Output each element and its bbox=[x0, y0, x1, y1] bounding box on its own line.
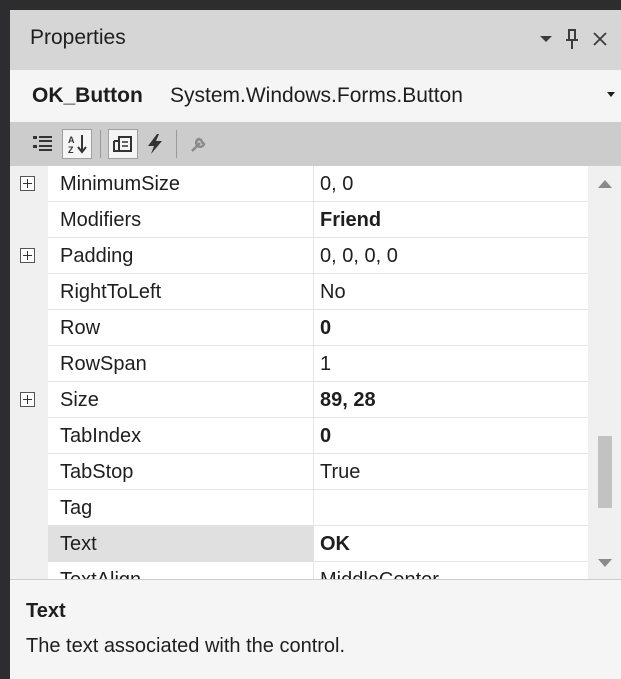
description-text: The text associated with the control. bbox=[26, 635, 346, 657]
property-value[interactable]: Friend bbox=[317, 202, 588, 238]
expand-icon[interactable] bbox=[20, 392, 35, 407]
row-gutter bbox=[10, 346, 48, 382]
property-value[interactable]: MiddleCenter bbox=[317, 562, 588, 579]
property-row[interactable]: TextAlign MiddleCenter bbox=[10, 562, 588, 579]
property-row[interactable]: Size 89, 28 bbox=[10, 382, 588, 418]
object-name: OK_Button bbox=[32, 84, 143, 107]
property-row[interactable]: Row 0 bbox=[10, 310, 588, 346]
property-value[interactable]: OK bbox=[317, 526, 588, 562]
wrench-icon[interactable] bbox=[184, 129, 214, 159]
expand-icon[interactable] bbox=[20, 176, 35, 191]
column-divider bbox=[313, 274, 314, 310]
row-gutter bbox=[10, 418, 48, 454]
property-value[interactable]: 89, 28 bbox=[317, 382, 588, 418]
row-gutter bbox=[10, 454, 48, 490]
scroll-down-icon[interactable] bbox=[598, 559, 612, 567]
property-value[interactable]: 0 bbox=[317, 418, 588, 454]
toolbar: A Z bbox=[10, 122, 621, 166]
object-selector[interactable]: OK_Button System.Windows.Forms.Button bbox=[10, 70, 621, 123]
property-row[interactable]: TabStop True bbox=[10, 454, 588, 490]
property-row[interactable]: Padding 0, 0, 0, 0 bbox=[10, 238, 588, 274]
property-row[interactable]: RightToLeft No bbox=[10, 274, 588, 310]
property-name: TabStop bbox=[60, 461, 134, 483]
column-divider bbox=[313, 454, 314, 490]
object-type: System.Windows.Forms.Button bbox=[170, 84, 463, 107]
properties-icon[interactable] bbox=[108, 129, 138, 159]
row-gutter bbox=[10, 526, 48, 562]
property-value[interactable]: 0, 0, 0, 0 bbox=[317, 238, 588, 274]
description-pane: Text The text associated with the contro… bbox=[10, 579, 621, 679]
property-name: Size bbox=[60, 389, 99, 411]
property-value[interactable]: 0 bbox=[317, 310, 588, 346]
chevron-down-icon[interactable] bbox=[534, 24, 558, 54]
property-name: RowSpan bbox=[60, 353, 147, 375]
description-title: Text bbox=[26, 600, 66, 622]
property-name: TabIndex bbox=[60, 425, 142, 447]
column-divider bbox=[313, 166, 314, 202]
column-divider bbox=[313, 490, 314, 526]
column-divider bbox=[313, 526, 314, 562]
close-icon[interactable] bbox=[588, 24, 612, 54]
scrollbar-thumb[interactable] bbox=[598, 436, 612, 508]
property-name: TextAlign bbox=[60, 569, 141, 579]
window-title: Properties bbox=[30, 26, 126, 49]
svg-text:A: A bbox=[68, 135, 75, 145]
vertical-scrollbar[interactable] bbox=[588, 166, 621, 579]
scroll-up-icon[interactable] bbox=[598, 180, 612, 188]
property-value[interactable] bbox=[317, 490, 588, 526]
title-bar: Properties bbox=[10, 10, 621, 70]
property-row[interactable]: RowSpan 1 bbox=[10, 346, 588, 382]
property-row[interactable]: TabIndex 0 bbox=[10, 418, 588, 454]
column-divider bbox=[313, 310, 314, 346]
property-row[interactable]: Text OK bbox=[10, 526, 588, 562]
column-divider bbox=[313, 238, 314, 274]
property-row[interactable]: Modifiers Friend bbox=[10, 202, 588, 238]
column-divider bbox=[313, 562, 314, 579]
alphabetical-icon[interactable]: A Z bbox=[62, 129, 92, 159]
column-divider bbox=[313, 382, 314, 418]
property-name: Modifiers bbox=[60, 209, 142, 231]
property-row[interactable]: MinimumSize 0, 0 bbox=[10, 166, 588, 202]
svg-text:Z: Z bbox=[68, 145, 74, 155]
expand-icon[interactable] bbox=[20, 248, 35, 263]
categorized-icon[interactable] bbox=[28, 129, 58, 159]
row-gutter bbox=[10, 274, 48, 310]
property-grid: MinimumSize 0, 0 Modifiers Friend Padding 0, … bbox=[10, 166, 588, 579]
row-gutter bbox=[10, 202, 48, 238]
property-value[interactable]: 1 bbox=[317, 346, 588, 382]
row-gutter bbox=[10, 562, 48, 579]
events-icon[interactable] bbox=[140, 129, 170, 159]
property-value[interactable]: True bbox=[317, 454, 588, 490]
property-row[interactable]: Tag bbox=[10, 490, 588, 526]
column-divider bbox=[313, 418, 314, 454]
property-name: Tag bbox=[60, 497, 93, 519]
properties-window: Properties OK_Button System.Windows.Form… bbox=[10, 10, 621, 679]
property-name: MinimumSize bbox=[60, 173, 181, 195]
toolbar-separator bbox=[176, 130, 177, 158]
pin-icon[interactable] bbox=[560, 24, 584, 54]
property-value[interactable]: 0, 0 bbox=[317, 166, 588, 202]
property-name: Padding bbox=[60, 245, 134, 267]
property-name: RightToLeft bbox=[60, 281, 162, 303]
toolbar-separator bbox=[100, 130, 101, 158]
column-divider bbox=[313, 346, 314, 382]
row-gutter bbox=[10, 310, 48, 346]
column-divider bbox=[313, 202, 314, 238]
property-value[interactable]: No bbox=[317, 274, 588, 310]
property-name: Row bbox=[60, 317, 101, 339]
row-gutter bbox=[10, 490, 48, 526]
property-name: Text bbox=[60, 533, 97, 555]
chevron-down-icon[interactable] bbox=[607, 92, 615, 97]
